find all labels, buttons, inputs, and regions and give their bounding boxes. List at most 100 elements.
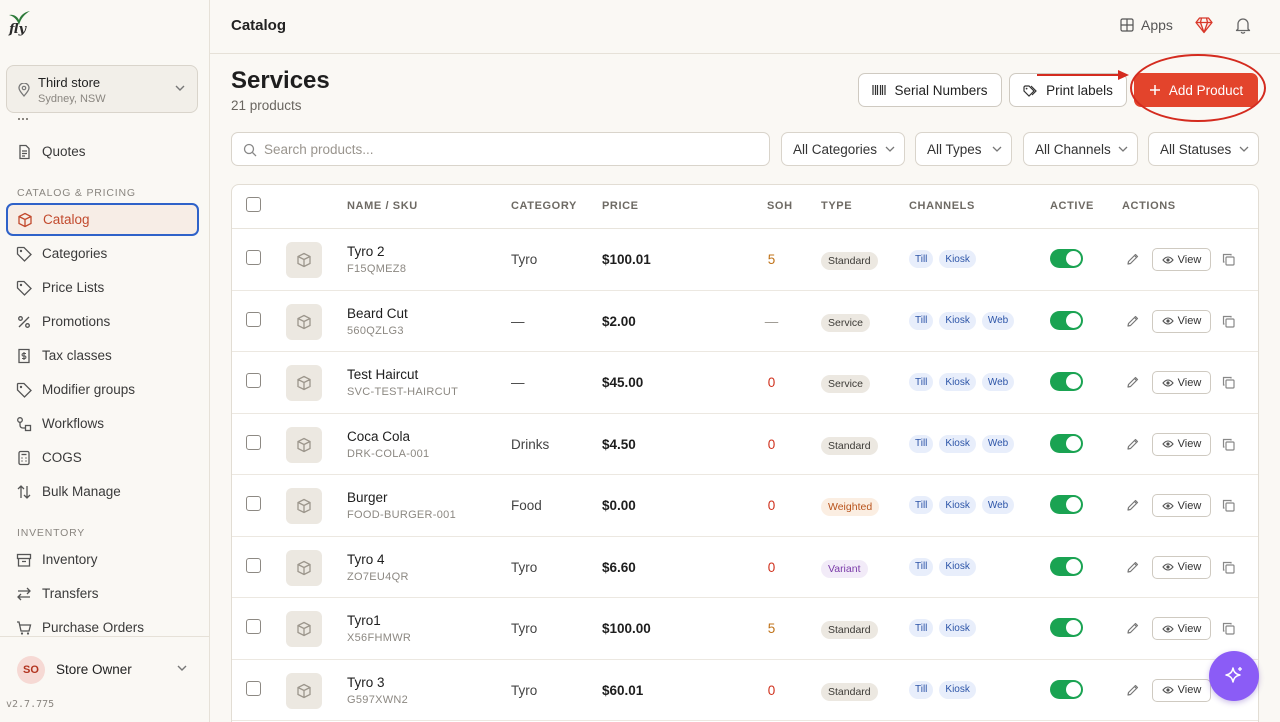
- sidebar-item-inventory[interactable]: Inventory: [6, 543, 199, 576]
- sidebar-item-promotions[interactable]: Promotions: [6, 305, 199, 338]
- sidebar-item-catalog[interactable]: Catalog: [6, 203, 199, 236]
- product-name[interactable]: Beard Cut: [347, 306, 408, 321]
- duplicate-icon[interactable]: [1222, 376, 1235, 389]
- table-row[interactable]: Tyro 3 G597XWN2 Tyro $60.01 0 Standard T…: [232, 660, 1258, 721]
- row-checkbox[interactable]: [246, 434, 261, 450]
- channel-badge: Kiosk: [939, 496, 976, 514]
- active-toggle[interactable]: [1050, 556, 1083, 576]
- duplicate-icon[interactable]: [1222, 438, 1235, 451]
- type-filter[interactable]: All Types: [915, 132, 1012, 166]
- edit-icon[interactable]: [1126, 560, 1140, 574]
- search-input[interactable]: [264, 133, 759, 165]
- view-label: View: [1177, 376, 1202, 389]
- table-row[interactable]: Burger FOOD-BURGER-001 Food $0.00 0 Weig…: [232, 475, 1258, 537]
- sidebar-item-cogs[interactable]: COGS: [6, 441, 199, 474]
- channel-badge: Web: [981, 496, 1015, 514]
- box-icon: [296, 621, 312, 637]
- edit-icon[interactable]: [1126, 252, 1140, 266]
- sidebar-item-price-lists[interactable]: Price Lists: [6, 271, 199, 304]
- sidebar-item-tax-classes[interactable]: Tax classes: [6, 339, 199, 372]
- sidebar-item-quotes[interactable]: Quotes: [6, 135, 199, 168]
- chevron-down-icon: [177, 665, 187, 671]
- row-checkbox[interactable]: [246, 373, 261, 388]
- category-filter[interactable]: All Categories: [781, 132, 905, 166]
- store-selector[interactable]: Third store Sydney, NSW: [6, 65, 198, 113]
- user-menu[interactable]: SO Store Owner v2.7.775: [0, 636, 209, 722]
- sidebar-item-label: Transfers: [42, 586, 99, 601]
- select-all-checkbox[interactable]: [246, 197, 261, 212]
- channel-filter[interactable]: All Channels: [1023, 132, 1138, 166]
- table-row[interactable]: Beard Cut 560QZLG3 — $2.00 — Service Til…: [232, 291, 1258, 352]
- row-checkbox[interactable]: [246, 680, 261, 696]
- edit-icon[interactable]: [1126, 621, 1140, 635]
- store-location: Sydney, NSW: [38, 93, 106, 105]
- edit-icon[interactable]: [1126, 683, 1140, 697]
- product-name[interactable]: Tyro 4: [347, 552, 385, 567]
- print-labels-button[interactable]: Print labels: [1009, 73, 1127, 107]
- sidebar-item-bulk-manage[interactable]: Bulk Manage: [6, 475, 199, 508]
- duplicate-icon[interactable]: [1222, 499, 1235, 512]
- product-name[interactable]: Burger: [347, 490, 388, 505]
- view-button[interactable]: View: [1152, 432, 1211, 456]
- duplicate-icon[interactable]: [1222, 622, 1235, 635]
- sidebar-item-workflows[interactable]: Workflows: [6, 407, 199, 440]
- view-button[interactable]: View: [1152, 555, 1211, 579]
- table-row[interactable]: Tyro1 X56FHMWR Tyro $100.00 5 Standard T…: [232, 598, 1258, 660]
- duplicate-icon[interactable]: [1222, 561, 1235, 574]
- active-toggle[interactable]: [1050, 310, 1083, 330]
- column-header-soh[interactable]: SOH: [767, 200, 793, 212]
- sidebar-item-transfers[interactable]: Transfers: [6, 577, 199, 610]
- product-name[interactable]: Test Haircut: [347, 367, 418, 382]
- row-checkbox[interactable]: [246, 619, 261, 634]
- ai-assistant-button[interactable]: [1209, 651, 1259, 701]
- gem-icon[interactable]: [1195, 16, 1213, 34]
- column-header-category[interactable]: CATEGORY: [511, 200, 577, 212]
- row-checkbox[interactable]: [246, 496, 261, 511]
- edit-icon[interactable]: [1126, 437, 1140, 451]
- row-checkbox[interactable]: [246, 311, 261, 327]
- duplicate-icon[interactable]: [1222, 315, 1235, 328]
- table-row[interactable]: Tyro 4 ZO7EU4QR Tyro $6.60 0 Variant Til…: [232, 537, 1258, 598]
- product-name[interactable]: Tyro 2: [347, 244, 385, 259]
- view-button[interactable]: View: [1152, 678, 1211, 702]
- duplicate-icon[interactable]: [1222, 253, 1235, 266]
- column-header-type[interactable]: TYPE: [821, 200, 852, 212]
- add-product-button[interactable]: Add Product: [1134, 73, 1258, 107]
- table-row[interactable]: Tyro 2 F15QMEZ8 Tyro $100.01 5 Standard …: [232, 229, 1258, 291]
- view-button[interactable]: View: [1152, 309, 1211, 333]
- view-button[interactable]: View: [1152, 617, 1211, 640]
- product-name[interactable]: Tyro 3: [347, 675, 385, 690]
- column-header-active[interactable]: ACTIVE: [1050, 200, 1094, 212]
- bell-icon[interactable]: [1234, 16, 1252, 34]
- active-toggle[interactable]: [1050, 372, 1083, 391]
- edit-icon[interactable]: [1126, 498, 1140, 512]
- edit-icon[interactable]: [1126, 314, 1140, 328]
- apps-button[interactable]: Apps: [1120, 17, 1173, 33]
- view-label: View: [1177, 438, 1202, 450]
- active-toggle[interactable]: [1050, 679, 1083, 699]
- column-header-name[interactable]: NAME / SKU: [347, 200, 418, 212]
- serial-numbers-button[interactable]: Serial Numbers: [858, 73, 1002, 107]
- sidebar-item-modifier-groups[interactable]: Modifier groups: [6, 373, 199, 406]
- table-row[interactable]: Test Haircut SVC-TEST-HAIRCUT — $45.00 0…: [232, 352, 1258, 414]
- edit-icon[interactable]: [1126, 375, 1140, 389]
- column-header-price[interactable]: PRICE: [602, 200, 639, 212]
- active-toggle[interactable]: [1050, 495, 1083, 514]
- product-sku: X56FHMWR: [347, 632, 412, 644]
- row-checkbox[interactable]: [246, 250, 261, 265]
- view-button[interactable]: View: [1152, 371, 1211, 394]
- sidebar-item-categories[interactable]: Categories: [6, 237, 199, 270]
- active-toggle[interactable]: [1050, 249, 1083, 268]
- product-name[interactable]: Coca Cola: [347, 429, 410, 444]
- status-filter[interactable]: All Statuses: [1148, 132, 1259, 166]
- row-checkbox[interactable]: [246, 557, 261, 573]
- active-toggle[interactable]: [1050, 618, 1083, 637]
- view-button[interactable]: View: [1152, 494, 1211, 517]
- box-icon: [296, 498, 312, 514]
- table-row[interactable]: Coca Cola DRK-COLA-001 Drinks $4.50 0 St…: [232, 414, 1258, 475]
- view-button[interactable]: View: [1152, 248, 1211, 271]
- product-name[interactable]: Tyro1: [347, 613, 381, 628]
- column-header-channels[interactable]: CHANNELS: [909, 200, 975, 212]
- active-toggle[interactable]: [1050, 433, 1083, 453]
- product-soh: 5: [767, 621, 776, 636]
